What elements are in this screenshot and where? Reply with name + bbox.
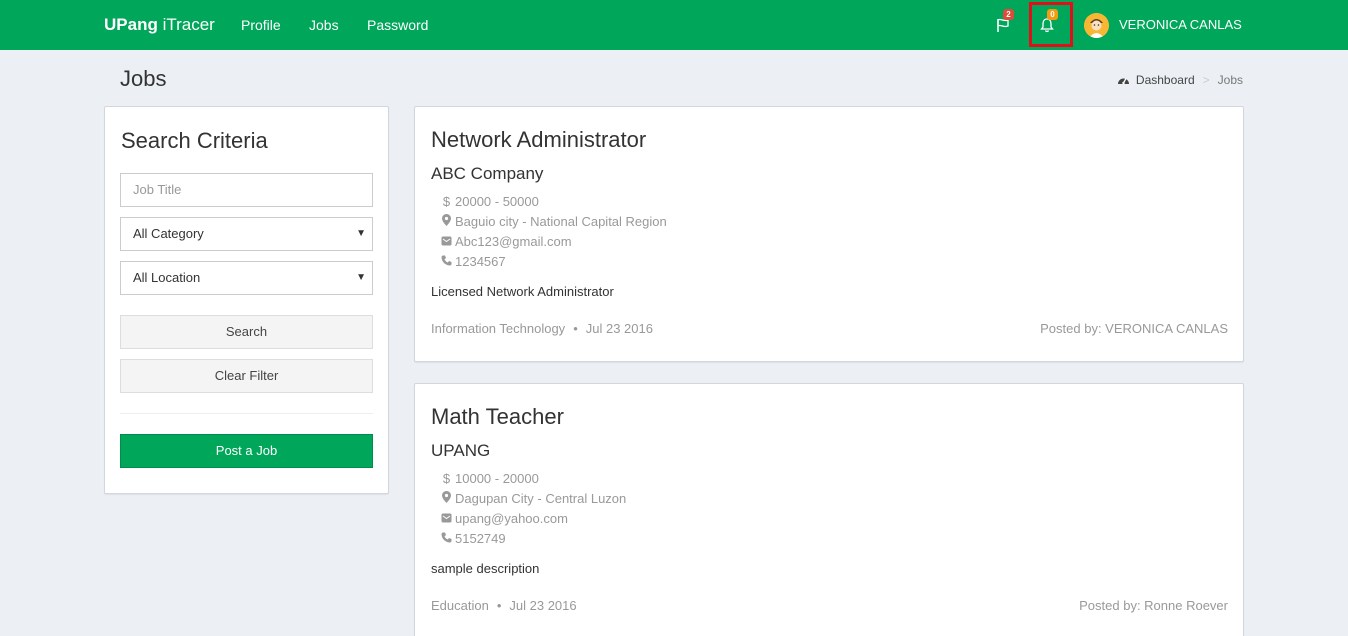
highlight-box <box>1029 2 1073 47</box>
chevron-down-icon: ▼ <box>356 272 366 283</box>
location-select[interactable]: All Location ▼ <box>120 261 373 295</box>
envelope-icon <box>441 234 452 249</box>
search-criteria-panel: Search Criteria Job Title All Category ▼… <box>104 106 389 494</box>
search-button[interactable]: Search <box>120 315 373 349</box>
breadcrumb-separator: > <box>1202 73 1210 87</box>
top-navbar: UPang iTracer Profile Jobs Password 2 0 … <box>0 0 1348 50</box>
flag-count-badge: 2 <box>1003 9 1014 20</box>
job-salary-value: 10000 - 20000 <box>455 471 539 486</box>
job-category[interactable]: Information Technology <box>431 321 565 336</box>
job-location-value: Dagupan City - Central Luzon <box>455 491 627 506</box>
job-meta: Education • Jul 23 2016 <box>431 598 577 613</box>
search-criteria-title: Search Criteria <box>121 128 268 153</box>
job-title[interactable]: Network Administrator <box>431 127 646 153</box>
job-phone: 1234567 <box>441 254 506 269</box>
brand-bold: UPang <box>104 15 158 34</box>
job-salary-value: 20000 - 50000 <box>455 194 539 209</box>
map-marker-icon <box>441 491 452 506</box>
job-phone-value: 5152749 <box>455 531 506 546</box>
job-salary: $10000 - 20000 <box>441 471 539 486</box>
job-phone-value: 1234567 <box>455 254 506 269</box>
dollar-icon: $ <box>442 471 451 486</box>
job-card: Math Teacher UPANG $10000 - 20000 Dagupa… <box>414 383 1244 636</box>
job-card: Network Administrator ABC Company $20000… <box>414 106 1244 362</box>
job-email-value: upang@yahoo.com <box>455 511 568 526</box>
job-date: Jul 23 2016 <box>585 321 653 336</box>
job-location: Baguio city - National Capital Region <box>441 214 667 229</box>
page-title: Jobs <box>120 66 167 91</box>
job-title[interactable]: Math Teacher <box>431 404 564 430</box>
user-avatar[interactable] <box>1084 13 1109 38</box>
job-title-input[interactable]: Job Title <box>120 173 373 207</box>
job-salary: $20000 - 50000 <box>441 194 539 209</box>
flag-button[interactable]: 2 <box>990 9 1016 38</box>
dashboard-icon <box>1117 78 1129 85</box>
job-company: UPANG <box>431 441 491 460</box>
clear-filter-button[interactable]: Clear Filter <box>120 359 373 393</box>
nav-jobs[interactable]: Jobs <box>309 17 339 33</box>
brand-light: iTracer <box>157 15 215 34</box>
dollar-icon: $ <box>442 194 451 209</box>
job-company: ABC Company <box>431 164 544 183</box>
envelope-icon <box>441 511 452 526</box>
job-meta: Information Technology • Jul 23 2016 <box>431 321 653 336</box>
location-select-value: All Location <box>133 270 201 285</box>
category-select[interactable]: All Category ▼ <box>120 217 373 251</box>
job-email: Abc123@gmail.com <box>441 234 572 249</box>
chevron-down-icon: ▼ <box>356 228 366 239</box>
category-select-value: All Category <box>133 226 204 241</box>
meta-separator: • <box>496 598 502 613</box>
brand-logo[interactable]: UPang iTracer <box>104 15 215 35</box>
post-job-button[interactable]: Post a Job <box>120 434 373 468</box>
breadcrumb: Dashboard > Jobs <box>1117 73 1243 87</box>
job-posted-by: Posted by: Ronne Roever <box>1079 598 1228 613</box>
job-location-value: Baguio city - National Capital Region <box>455 214 667 229</box>
divider <box>120 413 373 414</box>
phone-icon <box>441 531 452 546</box>
job-description: Licensed Network Administrator <box>431 284 614 299</box>
user-name[interactable]: VERONICA CANLAS <box>1119 17 1242 32</box>
job-category[interactable]: Education <box>431 598 489 613</box>
nav-password[interactable]: Password <box>367 17 428 33</box>
map-marker-icon <box>441 214 452 229</box>
job-email: upang@yahoo.com <box>441 511 568 526</box>
job-description: sample description <box>431 561 540 576</box>
job-posted-by: Posted by: VERONICA CANLAS <box>1040 321 1228 336</box>
job-location: Dagupan City - Central Luzon <box>441 491 626 506</box>
avatar-icon <box>1084 13 1109 38</box>
nav-profile[interactable]: Profile <box>241 17 281 33</box>
breadcrumb-jobs: Jobs <box>1217 73 1243 87</box>
phone-icon <box>441 254 452 269</box>
job-phone: 5152749 <box>441 531 506 546</box>
meta-separator: • <box>573 321 578 336</box>
job-date: Jul 23 2016 <box>509 598 577 613</box>
breadcrumb-dashboard[interactable]: Dashboard <box>1136 73 1195 87</box>
job-email-value: Abc123@gmail.com <box>455 234 572 249</box>
